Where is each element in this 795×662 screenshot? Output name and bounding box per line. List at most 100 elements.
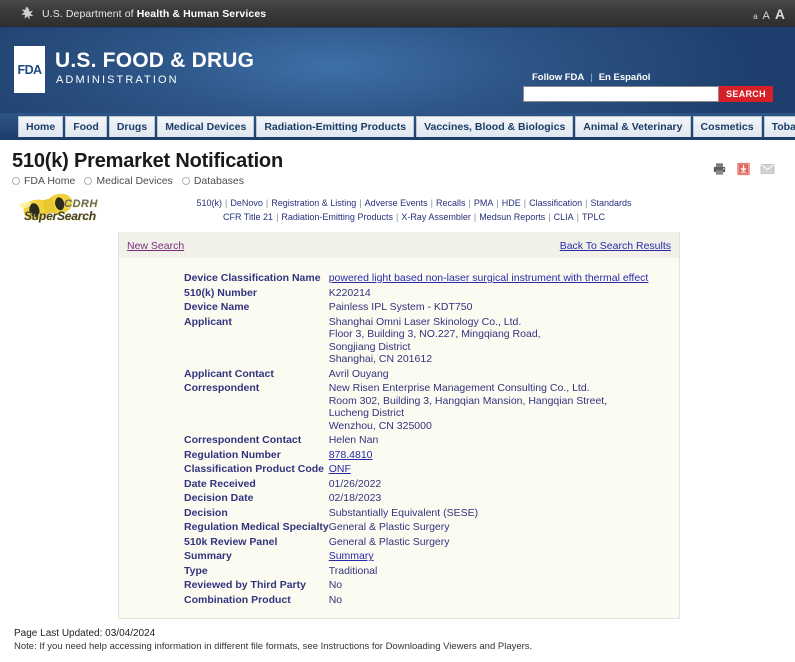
link-classification[interactable]: Classification	[529, 198, 582, 208]
table-row: Regulation Number 878.4810	[184, 449, 648, 464]
table-row: 510k Review Panel General & Plastic Surge…	[184, 536, 648, 551]
nav-home[interactable]: Home	[18, 116, 64, 137]
nav-tobacco-products[interactable]: Tobacco Products	[763, 116, 795, 137]
row-value-regulation-number[interactable]: 878.4810	[329, 449, 649, 464]
nav-cosmetics[interactable]: Cosmetics	[692, 116, 762, 137]
link-sep: |	[359, 198, 362, 208]
link-standards[interactable]: Standards	[590, 198, 631, 208]
link-registration-listing[interactable]: Registration & Listing	[271, 198, 356, 208]
nav-vaccines-blood-biologics[interactable]: Vaccines, Blood & Biologics	[416, 116, 574, 137]
row-label-applicant-contact: Applicant Contact	[184, 367, 274, 380]
fda-logo-text: FDA	[17, 62, 42, 77]
link-medsun-reports[interactable]: Medsun Reports	[479, 212, 545, 222]
link-sep: |	[523, 198, 527, 208]
link-sep: |	[225, 198, 228, 208]
link-sep: |	[473, 212, 477, 222]
font-size-large[interactable]: A	[775, 6, 785, 22]
link-radiation-emitting-products[interactable]: Radiation-Emitting Products	[281, 212, 393, 222]
table-row: 510(k) Number K220214	[184, 287, 648, 302]
link-sep: |	[585, 198, 588, 208]
link-sep: |	[548, 212, 551, 222]
link-hde[interactable]: HDE	[502, 198, 521, 208]
nav-radiation-emitting-products[interactable]: Radiation-Emitting Products	[256, 116, 415, 137]
utility-links: Follow FDA | En Español	[523, 72, 773, 83]
breadcrumb-item-databases[interactable]: Databases	[194, 175, 244, 187]
link-sep: |	[276, 212, 279, 222]
value-line: Traditional	[328, 564, 378, 577]
value-line: Substantially Equivalent (SESE)	[328, 506, 479, 519]
table-row: Decision Date 02/18/2023	[184, 492, 648, 507]
link-pma[interactable]: PMA	[474, 198, 494, 208]
follow-fda-link[interactable]: Follow FDA	[532, 72, 584, 83]
breadcrumb-item-fda-home[interactable]: FDA Home	[24, 175, 75, 187]
value-line: Avril Ouyang	[328, 367, 389, 380]
nav-drugs[interactable]: Drugs	[108, 116, 156, 137]
row-value-decision: Substantially Equivalent (SESE)	[329, 507, 649, 522]
value-line: Painless IPL System - KDT750	[328, 301, 473, 313]
row-label-type: Type	[184, 564, 208, 577]
row-label-reviewed-by-third-party: Reviewed by Third Party	[184, 579, 306, 591]
email-icon[interactable]	[760, 162, 775, 176]
row-value-combination-product: No	[329, 594, 649, 609]
breadcrumb-bullet-icon	[12, 177, 20, 185]
value-line[interactable]: powered light based non-laser surgical i…	[329, 272, 649, 285]
table-row: Decision Substantially Equivalent (SESE)	[184, 507, 648, 522]
font-size-controls[interactable]: a A A	[753, 6, 785, 22]
value-line[interactable]: 878.4810	[329, 449, 649, 462]
footer-disclaimer: Note: If you need help accessing informa…	[14, 641, 533, 652]
primary-navigation: Home Food Drugs Medical Devices Radiatio…	[0, 113, 795, 140]
page-footer: Page Last Updated: 03/04/2024 Note: If y…	[0, 619, 795, 653]
row-value-device-classification-name[interactable]: powered light based non-laser surgical i…	[329, 272, 649, 287]
link-tplc[interactable]: TPLC	[582, 212, 605, 222]
link-clia[interactable]: CLIA	[554, 212, 574, 222]
row-label-device-classification-name: Device Classification Name	[184, 272, 321, 284]
font-size-small[interactable]: a	[753, 12, 757, 21]
link-cfr-title-21[interactable]: CFR Title 21	[223, 212, 273, 222]
row-value-device-name: Painless IPL System - KDT750	[329, 301, 649, 316]
fda-brand-logo[interactable]: FDA U.S. FOOD & DRUG ADMINISTRATION	[14, 46, 254, 93]
link-sep: |	[468, 198, 471, 208]
value-line[interactable]: Summary	[329, 550, 649, 563]
link-denovo[interactable]: DeNovo	[230, 198, 263, 208]
row-value-reviewed-by-third-party: No	[329, 579, 649, 594]
table-row: Device Classification Name powered light …	[184, 272, 648, 287]
table-row: Correspondent Contact Helen Nan	[184, 434, 648, 449]
row-label-regulation-number: Regulation Number	[184, 448, 281, 461]
print-icon[interactable]	[712, 162, 727, 176]
link-xray-assembler[interactable]: X-Ray Assembler	[401, 212, 471, 222]
row-value-regulation-medical-specialty: General & Plastic Surgery	[329, 521, 649, 536]
breadcrumb: FDA Home Medical Devices Databases	[12, 175, 795, 187]
value-line[interactable]: ONF	[329, 463, 649, 476]
search-nav-bar: New Search Back To Search Results	[119, 232, 679, 258]
search-input[interactable]	[523, 86, 719, 102]
nav-medical-devices[interactable]: Medical Devices	[157, 116, 255, 137]
breadcrumb-bullet-icon	[84, 177, 93, 185]
value-line: No	[328, 579, 343, 591]
breadcrumb-item-medical-devices[interactable]: Medical Devices	[96, 175, 172, 187]
link-adverse-events[interactable]: Adverse Events	[365, 198, 428, 208]
back-to-search-results-link[interactable]: Back To Search Results	[560, 240, 671, 252]
fda-masthead: FDA U.S. FOOD & DRUG ADMINISTRATION Foll…	[0, 28, 795, 113]
midbar: CDRH SuperSearch 510(k) | DeNovo | Registrat…	[0, 188, 795, 232]
breadcrumb-bullet-icon	[181, 177, 190, 185]
hhs-text-bold: Health & Human Services	[136, 7, 267, 20]
pdf-icon[interactable]	[736, 162, 751, 176]
site-search-row: SEARCH	[523, 86, 773, 102]
link-recalls[interactable]: Recalls	[436, 198, 466, 208]
page-title-block: 510(k) Premarket Notification FDA Home M…	[0, 140, 795, 188]
row-label-decision: Decision	[184, 506, 228, 519]
en-espanol-link[interactable]: En Español	[599, 72, 651, 83]
nav-food[interactable]: Food	[65, 116, 107, 137]
row-value-summary[interactable]: Summary	[329, 550, 649, 565]
table-row: Classification Product Code ONF	[184, 463, 648, 478]
font-size-medium[interactable]: A	[763, 10, 770, 22]
nav-animal-veterinary[interactable]: Animal & Veterinary	[575, 116, 691, 137]
search-button[interactable]: SEARCH	[719, 86, 773, 102]
row-value-classification-product-code[interactable]: ONF	[329, 463, 649, 478]
link-510k[interactable]: 510(k)	[197, 198, 223, 208]
cdrh-supersearch-logo[interactable]: CDRH SuperSearch	[14, 190, 124, 226]
row-value-date-received: 01/26/2022	[329, 478, 649, 493]
new-search-link[interactable]: New Search	[127, 240, 184, 252]
masthead-utility: Follow FDA | En Español SEARCH	[523, 72, 773, 102]
value-line: K220214	[328, 286, 371, 299]
